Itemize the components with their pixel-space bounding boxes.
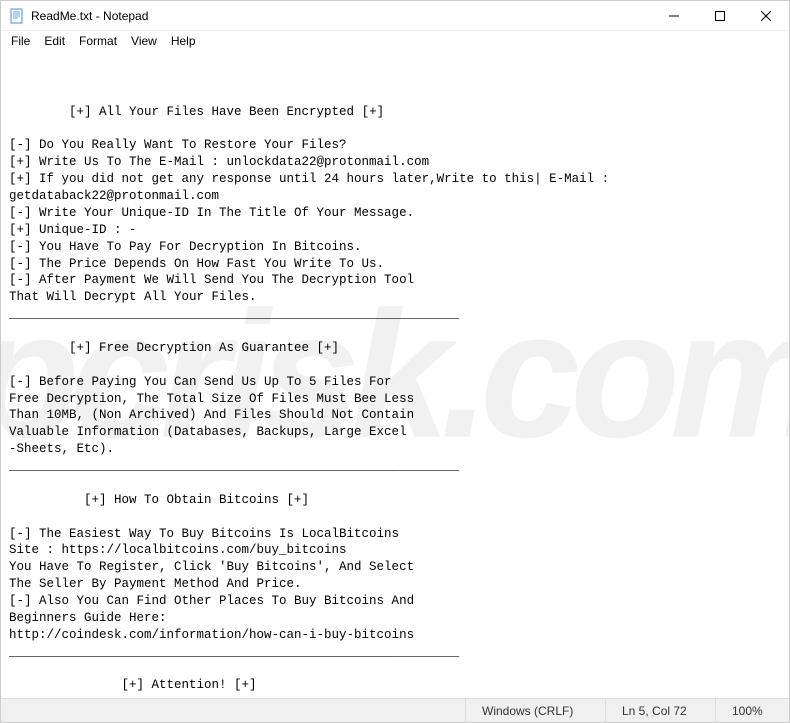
menu-help[interactable]: Help [165, 33, 202, 49]
status-bar: Windows (CRLF) Ln 5, Col 72 100% [1, 698, 789, 722]
menu-edit[interactable]: Edit [38, 33, 71, 49]
menu-bar: File Edit Format View Help [1, 31, 789, 51]
minimize-button[interactable] [651, 1, 697, 31]
window-title: ReadMe.txt - Notepad [31, 9, 148, 23]
document-text: [+] All Your Files Have Been Encrypted [… [9, 104, 781, 698]
menu-file[interactable]: File [5, 33, 36, 49]
title-left: ReadMe.txt - Notepad [9, 8, 148, 24]
status-position: Ln 5, Col 72 [605, 699, 715, 722]
window-controls [651, 1, 789, 31]
title-bar: ReadMe.txt - Notepad [1, 1, 789, 31]
status-zoom: 100% [715, 699, 785, 722]
text-editor[interactable]: pcrisk.com [+] All Your Files Have Been … [1, 51, 789, 698]
close-button[interactable] [743, 1, 789, 31]
menu-format[interactable]: Format [73, 33, 123, 49]
notepad-icon [9, 8, 25, 24]
notepad-window: ReadMe.txt - Notepad File Edit Format Vi… [0, 0, 790, 723]
menu-view[interactable]: View [125, 33, 163, 49]
status-encoding: Windows (CRLF) [465, 699, 605, 722]
maximize-button[interactable] [697, 1, 743, 31]
